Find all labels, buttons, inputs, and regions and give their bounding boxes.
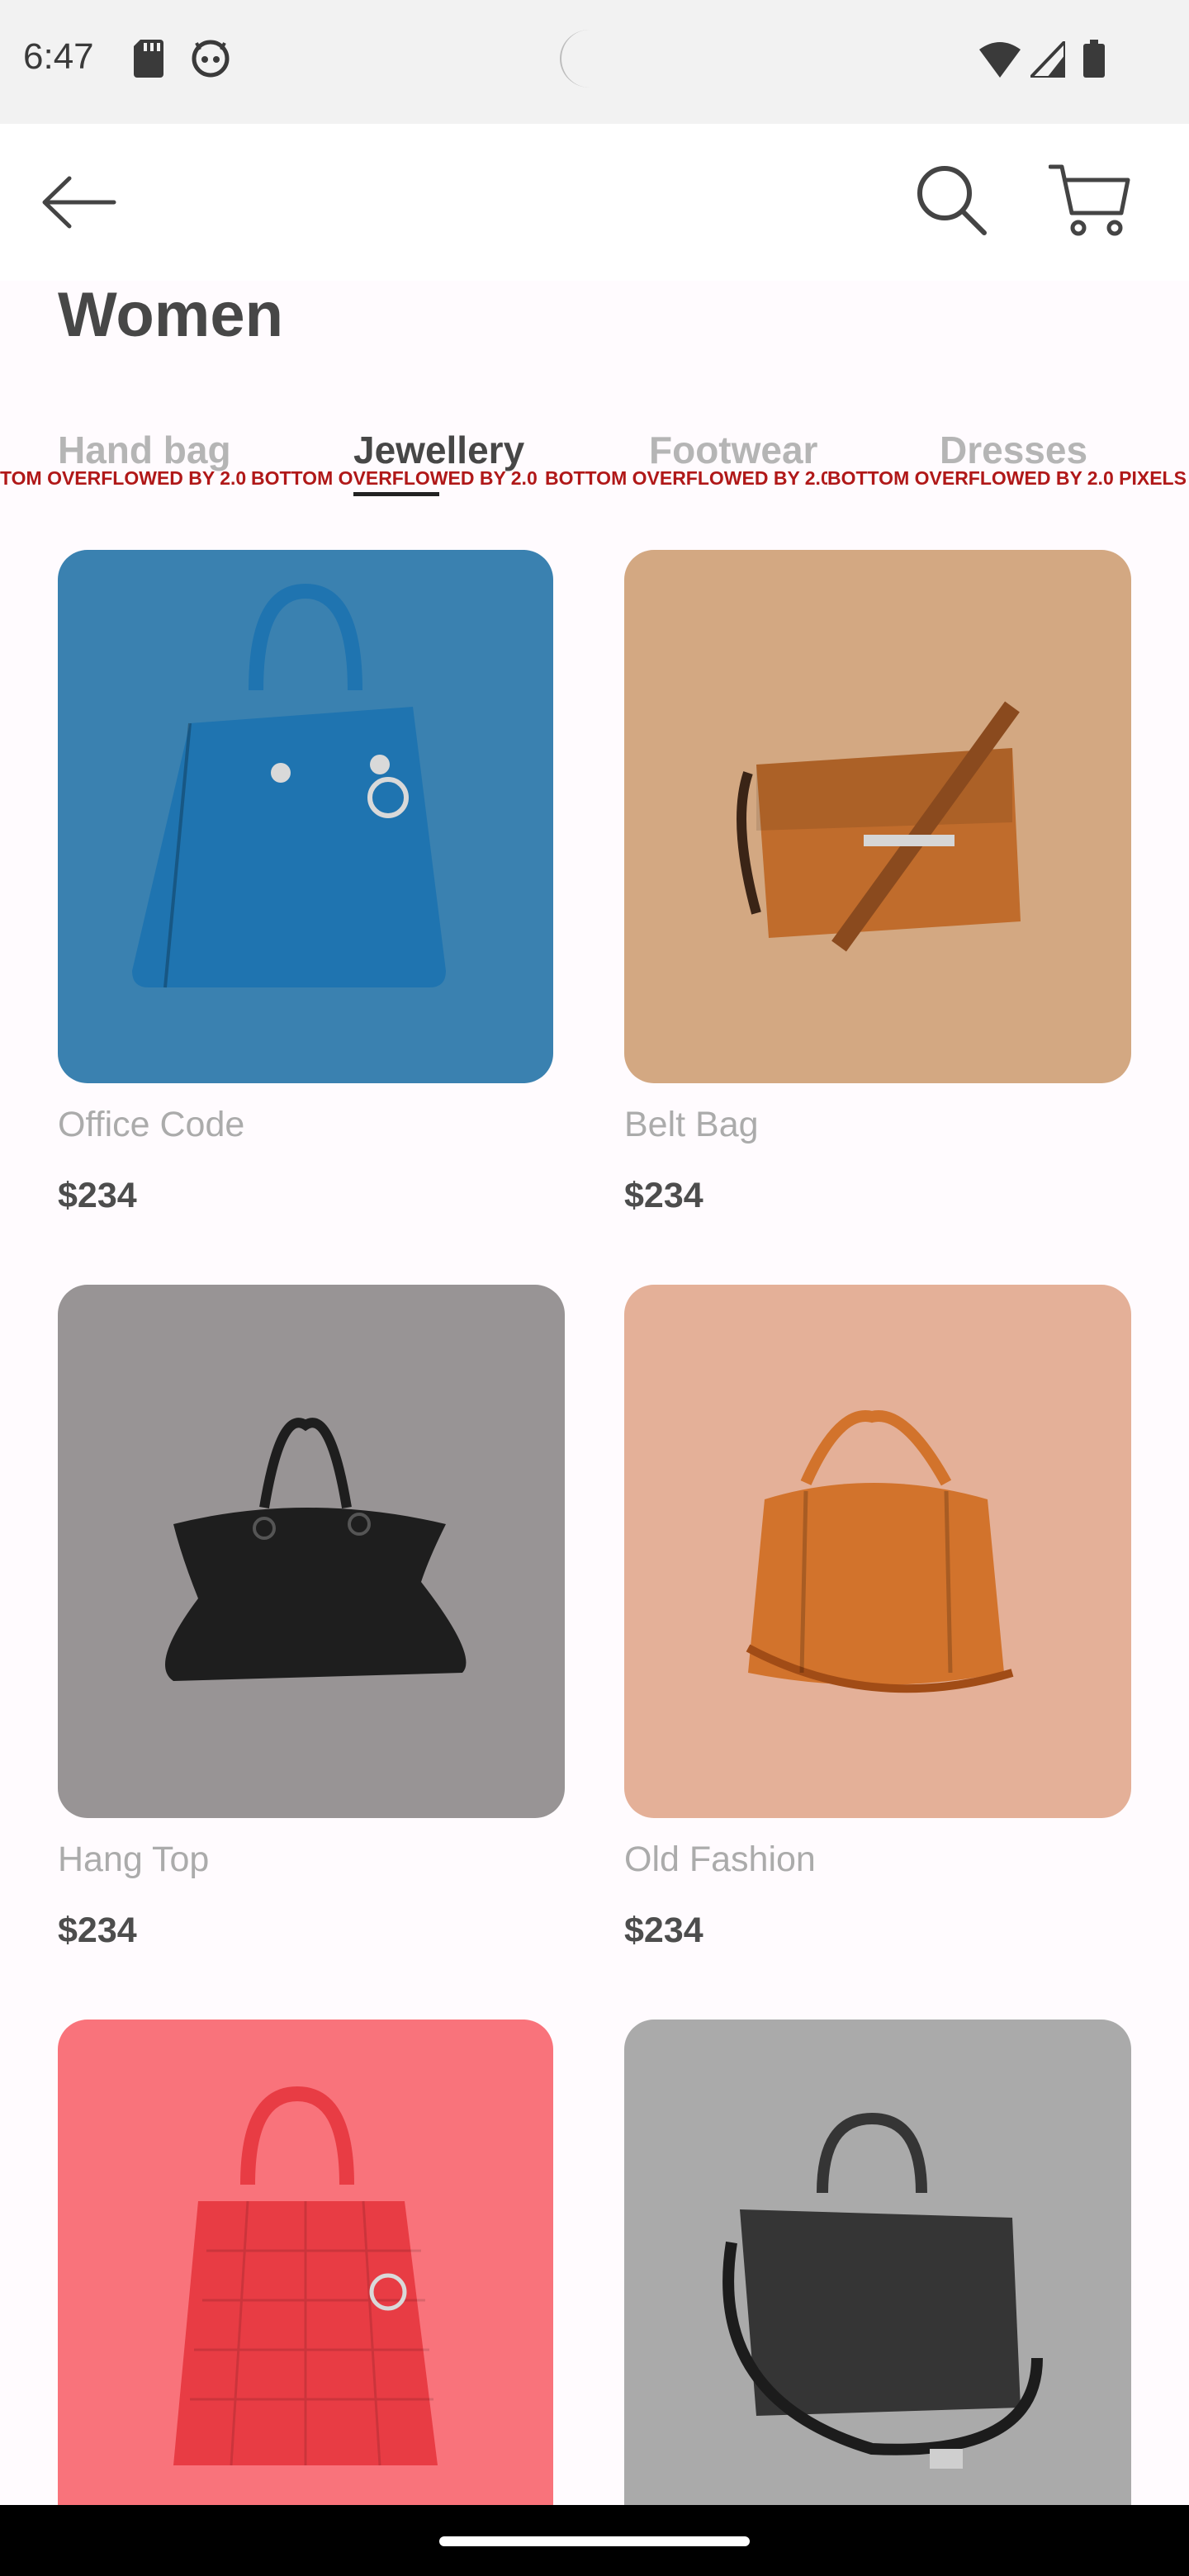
handbag-image bbox=[173, 2086, 438, 2466]
page-title: Women bbox=[58, 280, 284, 350]
status-bar: 6:47 bbox=[0, 0, 1189, 124]
product-image bbox=[58, 2020, 553, 2553]
handbag-image bbox=[132, 583, 446, 988]
product-image bbox=[624, 2020, 1131, 2553]
wifi-icon bbox=[979, 42, 1021, 78]
product-name: Belt Bag bbox=[624, 1105, 759, 1144]
signal-icon bbox=[1030, 41, 1065, 78]
product-name: Hang Top bbox=[58, 1840, 210, 1879]
product-image bbox=[624, 550, 1131, 1083]
sd-card-icon bbox=[134, 40, 163, 78]
handbag-image bbox=[746, 1410, 1014, 1693]
overflow-warning: BOTTOM OVERFLOWED BY 2.0 bbox=[545, 467, 827, 489]
status-time: 6:47 bbox=[23, 36, 94, 77]
handbag-image bbox=[737, 701, 1021, 952]
tab-hand-bag[interactable]: Hand bag bbox=[58, 428, 231, 472]
home-gesture-handle[interactable] bbox=[439, 2536, 750, 2546]
tab-dresses[interactable]: Dresses bbox=[940, 428, 1087, 472]
overflow-warning: BOTTOM OVERFLOWED BY 2.0 PIXELS bbox=[827, 467, 1187, 489]
tab-jewellery[interactable]: Jewellery bbox=[353, 428, 524, 472]
system-nav-bar bbox=[0, 2505, 1189, 2576]
battery-icon bbox=[1083, 40, 1105, 78]
tab-active-indicator bbox=[353, 492, 439, 496]
back-arrow-icon[interactable] bbox=[40, 167, 119, 238]
overflow-warning: BOTTOM OVERFLOWED BY 2.0 bbox=[251, 467, 538, 489]
product-price: $234 bbox=[58, 1176, 137, 1215]
android-robot-icon bbox=[192, 40, 230, 78]
overflow-warning: TOM OVERFLOWED BY 2.0 bbox=[0, 467, 247, 489]
product-image bbox=[58, 550, 553, 1083]
camera-cutout bbox=[560, 30, 619, 88]
tab-footwear[interactable]: Footwear bbox=[649, 428, 817, 472]
product-price: $234 bbox=[58, 1911, 137, 1950]
product-image bbox=[58, 1285, 565, 1818]
cart-icon[interactable] bbox=[1049, 163, 1131, 238]
search-icon[interactable] bbox=[915, 163, 989, 238]
product-price: $234 bbox=[624, 1911, 703, 1950]
app-bar bbox=[0, 124, 1189, 281]
handbag-image bbox=[722, 2112, 1043, 2469]
category-tabs: Hand bag Jewellery Footwear Dresses TOM … bbox=[0, 421, 1189, 512]
product-image bbox=[624, 1285, 1131, 1818]
product-name: Old Fashion bbox=[624, 1840, 816, 1879]
handbag-image bbox=[165, 1418, 467, 1681]
product-name: Office Code bbox=[58, 1105, 245, 1144]
product-price: $234 bbox=[624, 1176, 703, 1215]
overflow-warning-strip: TOM OVERFLOWED BY 2.0 BOTTOM OVERFLOWED … bbox=[0, 467, 1189, 492]
